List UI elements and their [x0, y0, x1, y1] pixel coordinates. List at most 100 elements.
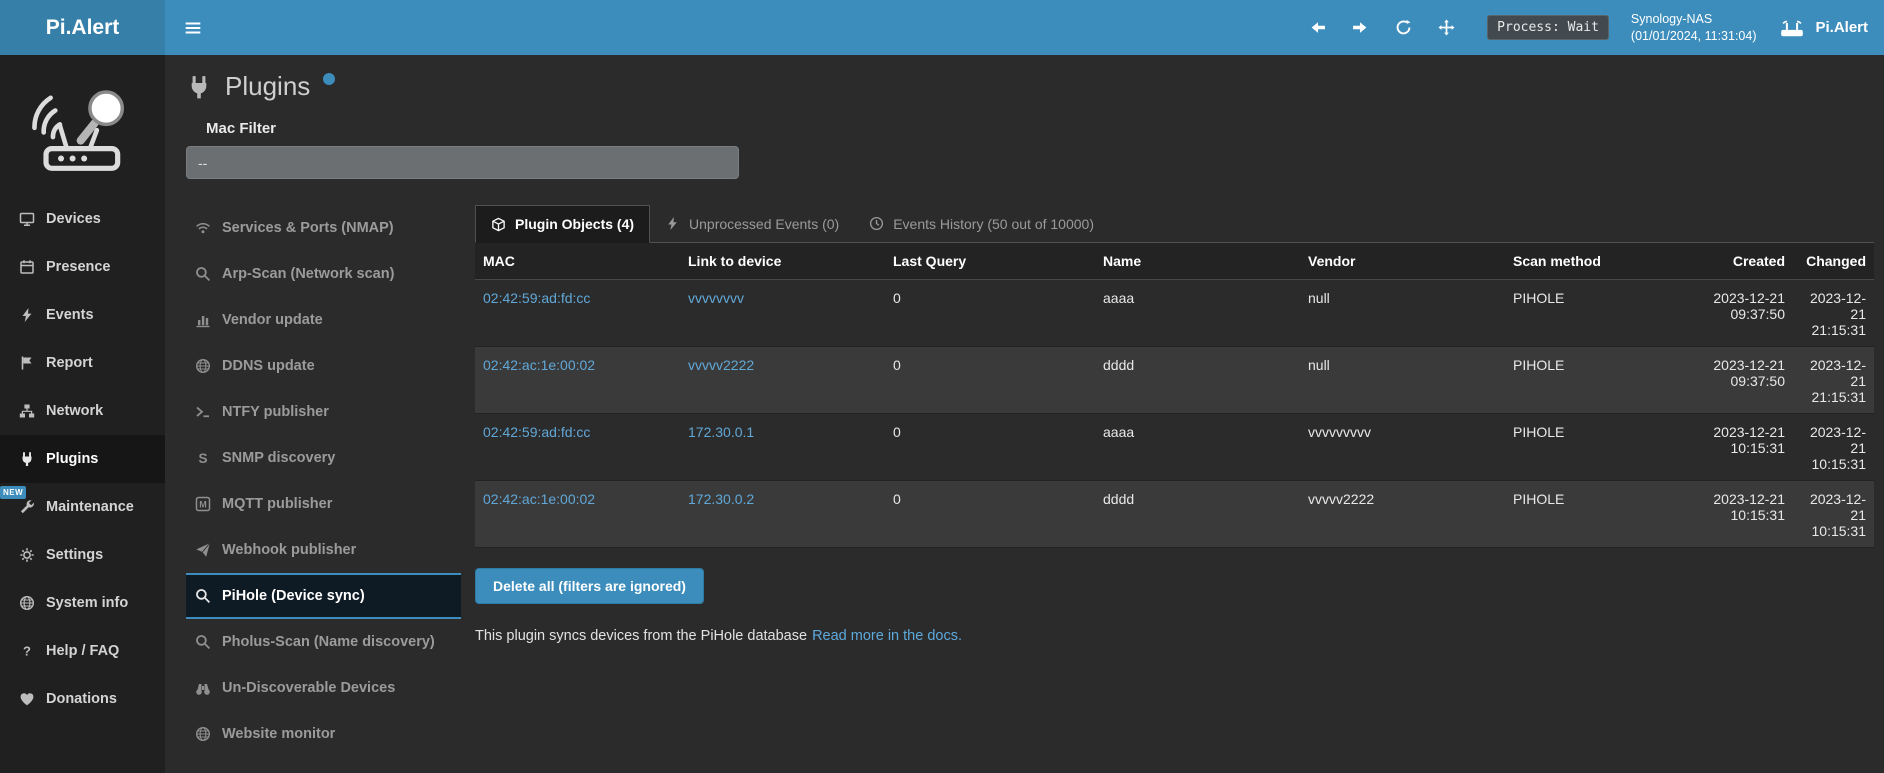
- plugin-item-website-monitor[interactable]: Website monitor: [186, 711, 461, 757]
- plugin-item-label: DDNS update: [222, 358, 315, 374]
- plugin-item-ddns[interactable]: DDNS update: [186, 343, 461, 389]
- plugin-item-nmap[interactable]: Services & Ports (NMAP): [186, 205, 461, 251]
- gear-icon: [19, 547, 35, 563]
- wifi-icon: [195, 220, 211, 236]
- devices-icon: [19, 211, 35, 227]
- sidebar-item-label: System info: [46, 595, 128, 611]
- forward-arrow-icon[interactable]: [1352, 19, 1369, 36]
- sidebar-item-label: Devices: [46, 211, 101, 227]
- sidebar-item-report[interactable]: Report: [0, 339, 165, 387]
- refresh-icon[interactable]: [1395, 19, 1412, 36]
- docs-link[interactable]: Read more in the docs.: [812, 628, 962, 644]
- table-row: 02:42:ac:1e:00:02 172.30.0.2 0 dddd vvvv…: [475, 481, 1874, 548]
- scan-method-cell: PIHOLE: [1505, 280, 1705, 347]
- tab-label: Events History (50 out of 10000): [893, 216, 1094, 232]
- mac-filter-label: Mac Filter: [206, 120, 1874, 137]
- flag-icon: [19, 355, 35, 371]
- plugin-item-pihole[interactable]: PiHole (Device sync): [186, 573, 461, 619]
- topbar: Pi.Alert Process: Wait Synology-NAS (01/…: [0, 0, 1884, 55]
- plugin-item-label: Un-Discoverable Devices: [222, 680, 395, 696]
- sidebar-item-label: Report: [46, 355, 93, 371]
- search-icon: [195, 634, 211, 650]
- name-cell: dddd: [1095, 481, 1300, 548]
- sidebar-toggle-button[interactable]: [165, 0, 221, 55]
- column-header-scan-method: Scan method: [1505, 243, 1705, 280]
- device-link[interactable]: 172.30.0.2: [688, 491, 754, 507]
- created-cell: 2023-12-21 09:37:50: [1705, 347, 1793, 414]
- brand-logo[interactable]: Pi.Alert: [0, 0, 165, 55]
- plugin-item-label: Webhook publisher: [222, 542, 356, 558]
- hamburger-icon: [184, 19, 202, 37]
- plugin-item-undiscoverable[interactable]: Un-Discoverable Devices: [186, 665, 461, 711]
- name-cell: aaaa: [1095, 280, 1300, 347]
- plugin-description: This plugin syncs devices from the PiHol…: [475, 628, 1874, 644]
- svg-text:S: S: [198, 451, 207, 466]
- plugins-info-badge[interactable]: [323, 73, 335, 85]
- sidebar-item-donations[interactable]: Donations: [0, 675, 165, 723]
- device-link[interactable]: 172.30.0.1: [688, 424, 754, 440]
- column-header-link: Link to device: [680, 243, 885, 280]
- tab-unprocessed-events[interactable]: Unprocessed Events (0): [650, 205, 854, 242]
- move-icon[interactable]: [1438, 19, 1455, 36]
- table-row: 02:42:59:ad:fd:cc 172.30.0.1 0 aaaa vvvv…: [475, 414, 1874, 481]
- mqtt-icon: M: [195, 496, 211, 512]
- plugin-item-arpscan[interactable]: Arp-Scan (Network scan): [186, 251, 461, 297]
- paper-plane-icon: [195, 542, 211, 558]
- sidebar-item-settings[interactable]: Settings: [0, 531, 165, 579]
- plugin-item-mqtt[interactable]: M MQTT publisher: [186, 481, 461, 527]
- plugin-item-label: Pholus-Scan (Name discovery): [222, 634, 435, 650]
- plugin-item-label: MQTT publisher: [222, 496, 332, 512]
- host-timestamp: (01/01/2024, 11:31:04): [1631, 28, 1757, 45]
- delete-all-button[interactable]: Delete all (filters are ignored): [475, 568, 704, 604]
- plug-icon: [186, 74, 212, 100]
- scan-method-cell: PIHOLE: [1505, 347, 1705, 414]
- plugin-item-pholus[interactable]: Pholus-Scan (Name discovery): [186, 619, 461, 665]
- terminal-icon: [195, 404, 211, 420]
- changed-cell: 2023-12-21 10:15:31: [1793, 481, 1874, 548]
- host-info: Synology-NAS (01/01/2024, 11:31:04): [1631, 11, 1757, 45]
- last-query-cell: 0: [885, 347, 1095, 414]
- sidebar-item-label: Maintenance: [46, 499, 134, 515]
- device-link[interactable]: vvvvvvvv: [688, 290, 744, 306]
- heart-icon: [19, 691, 35, 707]
- sidebar-item-help-faq[interactable]: ? Help / FAQ: [0, 627, 165, 675]
- process-status-badge: Process: Wait: [1487, 15, 1609, 40]
- tab-events-history[interactable]: Events History (50 out of 10000): [854, 205, 1109, 242]
- plugin-item-vendor-update[interactable]: Vendor update: [186, 297, 461, 343]
- sidebar-item-network[interactable]: Network: [0, 387, 165, 435]
- sidebar-item-devices[interactable]: Devices: [0, 195, 165, 243]
- sidebar-item-presence[interactable]: Presence: [0, 243, 165, 291]
- mac-link[interactable]: 02:42:ac:1e:00:02: [483, 357, 595, 373]
- sidebar-item-label: Help / FAQ: [46, 643, 119, 659]
- tab-label: Unprocessed Events (0): [689, 216, 839, 232]
- sidebar-item-plugins[interactable]: Plugins: [0, 435, 165, 483]
- device-link[interactable]: vvvvv2222: [688, 357, 754, 373]
- plugin-item-snmp[interactable]: S SNMP discovery: [186, 435, 461, 481]
- sidebar-item-events[interactable]: Events: [0, 291, 165, 339]
- plugin-item-label: Website monitor: [222, 726, 335, 742]
- tab-plugin-objects[interactable]: Plugin Objects (4): [475, 205, 650, 243]
- sidebar-menu: Devices Presence Events Report Network P…: [0, 195, 165, 723]
- mac-link[interactable]: 02:42:ac:1e:00:02: [483, 491, 595, 507]
- last-query-cell: 0: [885, 414, 1095, 481]
- column-header-created: Created: [1705, 243, 1793, 280]
- mac-filter-input[interactable]: [186, 146, 739, 179]
- changed-cell: 2023-12-21 10:15:31: [1793, 414, 1874, 481]
- svg-text:M: M: [199, 500, 207, 510]
- topbar-nav-icons: [1309, 19, 1455, 36]
- mac-link[interactable]: 02:42:59:ad:fd:cc: [483, 424, 590, 440]
- host-name: Synology-NAS: [1631, 11, 1757, 28]
- plugin-list: Services & Ports (NMAP) Arp-Scan (Networ…: [186, 205, 461, 757]
- mac-link[interactable]: 02:42:59:ad:fd:cc: [483, 290, 590, 306]
- globe-icon: [195, 726, 211, 742]
- network-icon: [19, 403, 35, 419]
- plugin-item-webhook[interactable]: Webhook publisher: [186, 527, 461, 573]
- back-arrow-icon[interactable]: [1309, 19, 1326, 36]
- sidebar-item-maintenance[interactable]: NEW Maintenance: [0, 483, 165, 531]
- table-row: 02:42:59:ad:fd:cc vvvvvvvv 0 aaaa null P…: [475, 280, 1874, 347]
- new-badge: NEW: [0, 486, 26, 499]
- column-header-name: Name: [1095, 243, 1300, 280]
- plugin-item-label: PiHole (Device sync): [222, 588, 365, 604]
- sidebar-item-system-info[interactable]: System info: [0, 579, 165, 627]
- plugin-item-ntfy[interactable]: NTFY publisher: [186, 389, 461, 435]
